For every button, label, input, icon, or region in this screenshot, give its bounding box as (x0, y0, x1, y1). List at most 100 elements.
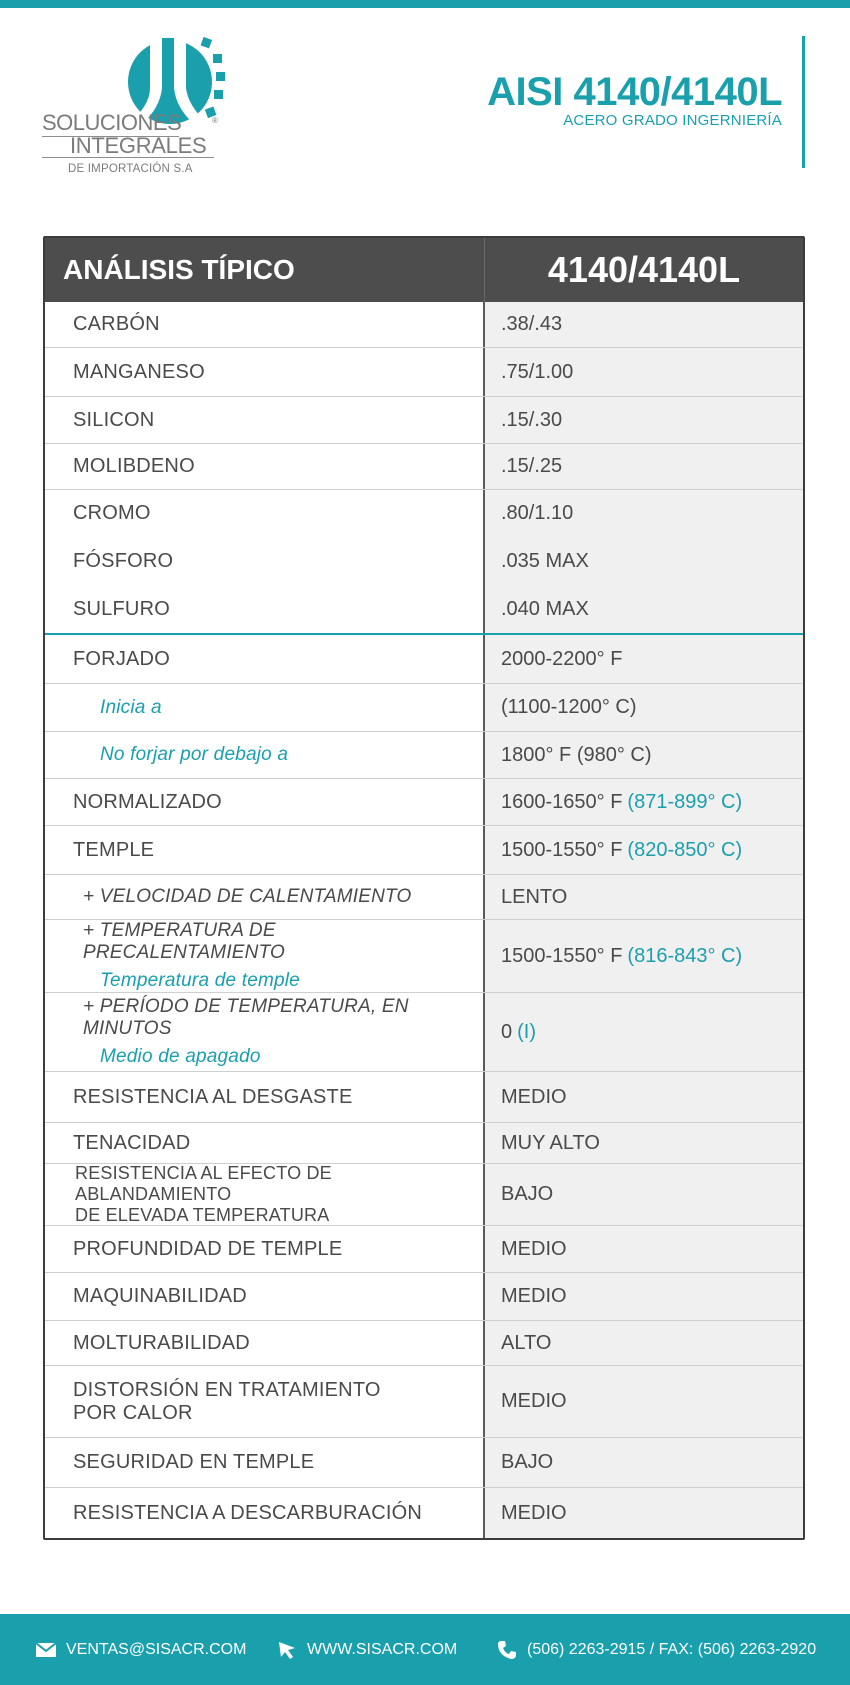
footer-website-text: WWW.SISACR.COM (307, 1640, 458, 1658)
row-label: NORMALIZADO (45, 779, 485, 825)
row-label-line2: Temperatura de temple (100, 970, 300, 991)
table-row: RESISTENCIA A DESCARBURACIÓN MEDIO (45, 1487, 803, 1538)
logo-text-importacion: DE IMPORTACIÓN S.A (68, 163, 193, 175)
table-row: RESISTENCIA AL DESGASTE MEDIO (45, 1071, 803, 1122)
row-label: SULFURO (45, 585, 485, 633)
row-label: DISTORSIÓN EN TRATAMIENTO POR CALOR (45, 1366, 485, 1437)
row-value: ALTO (485, 1321, 803, 1365)
footer-website[interactable]: WWW.SISACR.COM (277, 1614, 457, 1685)
row-value: 2000-2200° F (485, 635, 803, 683)
value-fahrenheit: 1500-1550° F (501, 838, 623, 861)
row-value: BAJO (485, 1164, 803, 1225)
value-celsius: (820-850° C) (627, 838, 743, 861)
table-row: FORJADO 2000-2200° F (45, 633, 803, 683)
row-label-line2: POR CALOR (73, 1401, 193, 1424)
row-label: MANGANESO (45, 348, 485, 396)
row-value: MEDIO (485, 1072, 803, 1122)
footer-phone-text: (506) 2263-2915 / FAX: (506) 2263-2920 (527, 1640, 817, 1658)
table-row: No forjar por debajo a 1800° F (980° C) (45, 731, 803, 778)
logo-registered-mark: ® (212, 116, 218, 125)
row-label-line1: + PERÍODO DE TEMPERATURA, EN MINUTOS (83, 996, 409, 1039)
title-divider (802, 36, 805, 168)
row-label: SEGURIDAD EN TEMPLE (45, 1438, 485, 1487)
table-row: NORMALIZADO 1600-1650° F (871-899° C) (45, 778, 803, 825)
row-label: + VELOCIDAD DE CALENTAMIENTO (45, 875, 485, 919)
row-value: 1800° F (980° C) (485, 732, 803, 778)
phone-icon (498, 1640, 516, 1659)
title-block: AISI 4140/4140L ACERO GRADO INGERNIERÍA (487, 68, 782, 129)
row-value: .75/1.00 (485, 348, 803, 396)
table-row: SEGURIDAD EN TEMPLE BAJO (45, 1437, 803, 1487)
header-value: 4140/4140L (547, 249, 741, 290)
row-label: RESISTENCIA A DESCARBURACIÓN (45, 1488, 485, 1538)
row-label-line2: DE ELEVADA TEMPERATURA (75, 1205, 330, 1225)
table-row: + VELOCIDAD DE CALENTAMIENTO LENTO (45, 874, 803, 919)
table-row: MANGANESO .75/1.00 (45, 347, 803, 396)
row-label: MOLIBDENO (45, 444, 485, 489)
row-label-line1: DISTORSIÓN EN TRATAMIENTO (73, 1378, 381, 1401)
table-row: CARBÓN .38/.43 (45, 302, 803, 347)
table-row: FÓSFORO .035 MAX (45, 537, 803, 585)
row-value: 1500-1550° F (820-850° C) (485, 826, 803, 874)
table-header: ANÁLISIS TÍPICO 4140/4140L (45, 238, 803, 302)
row-label: CARBÓN (45, 302, 485, 347)
row-value: .15/.30 (485, 397, 803, 443)
row-label: TENACIDAD (45, 1123, 485, 1163)
row-label: + PERÍODO DE TEMPERATURA, EN MINUTOS Med… (45, 993, 485, 1071)
row-label: + TEMPERATURA DE PRECALENTAMIENTO Temper… (45, 920, 485, 992)
row-value: MEDIO (485, 1366, 803, 1437)
row-label: FORJADO (45, 635, 485, 683)
table-row: TEMPLE 1500-1550° F (820-850° C) (45, 825, 803, 874)
value-fahrenheit: 1600-1650° F (501, 790, 623, 813)
row-label: No forjar por debajo a (45, 732, 485, 778)
table-row: MOLTURABILIDAD ALTO (45, 1320, 803, 1365)
row-value: MUY ALTO (485, 1123, 803, 1163)
row-value: MEDIO (485, 1273, 803, 1320)
table-row: MOLIBDENO .15/.25 (45, 443, 803, 489)
value-quench-medium: (I) (517, 1020, 537, 1043)
envelope-icon (36, 1642, 56, 1657)
table-row: SILICON .15/.30 (45, 396, 803, 443)
row-label: RESISTENCIA AL DESGASTE (45, 1072, 485, 1122)
row-value: .15/.25 (485, 444, 803, 489)
table-row: Inicia a (1100-1200° C) (45, 683, 803, 731)
row-label: MOLTURABILIDAD (45, 1321, 485, 1365)
row-label: SILICON (45, 397, 485, 443)
table-row: CROMO .80/1.10 (45, 489, 803, 537)
row-label-line2: Medio de apagado (100, 1046, 261, 1067)
footer-phone[interactable]: (506) 2263-2915 / FAX: (506) 2263-2920 (497, 1614, 816, 1685)
table-row: MAQUINABILIDAD MEDIO (45, 1272, 803, 1320)
table-row: SULFURO .040 MAX (45, 585, 803, 633)
table-row: DISTORSIÓN EN TRATAMIENTO POR CALOR MEDI… (45, 1365, 803, 1437)
top-accent-strip (0, 0, 850, 8)
value-minutes: 0 (501, 1020, 513, 1043)
value-celsius: (816-843° C) (627, 944, 743, 967)
row-value: BAJO (485, 1438, 803, 1487)
row-label: Inicia a (45, 684, 485, 731)
value-celsius: (871-899° C) (627, 790, 743, 813)
footer-email[interactable]: VENTAS@SISACR.COM (36, 1614, 246, 1685)
row-value: MEDIO (485, 1488, 803, 1538)
row-label: FÓSFORO (45, 537, 485, 585)
company-logo: SOLUCIONES ® INTEGRALES DE IMPORTACIÓN S… (40, 28, 230, 178)
analysis-table: ANÁLISIS TÍPICO 4140/4140L CARBÓN .38/.4… (43, 236, 805, 1540)
table-row: + TEMPERATURA DE PRECALENTAMIENTO Temper… (45, 919, 803, 992)
row-value: .040 MAX (485, 585, 803, 633)
table-row: TENACIDAD MUY ALTO (45, 1122, 803, 1163)
contact-footer: VENTAS@SISACR.COM WWW.SISACR.COM (506) 2… (0, 1614, 850, 1685)
table-row: PROFUNDIDAD DE TEMPLE MEDIO (45, 1225, 803, 1272)
footer-email-text: VENTAS@SISACR.COM (66, 1640, 247, 1658)
row-value: (1100-1200° C) (485, 684, 803, 731)
row-label: MAQUINABILIDAD (45, 1273, 485, 1320)
header-label: ANÁLISIS TÍPICO (45, 238, 485, 302)
row-value: LENTO (485, 875, 803, 919)
row-label-line1: RESISTENCIA AL EFECTO DE ABLANDAMIENTO (75, 1163, 332, 1204)
row-label: TEMPLE (45, 826, 485, 874)
row-label-line1: + TEMPERATURA DE PRECALENTAMIENTO (83, 920, 286, 963)
row-value: 1600-1650° F (871-899° C) (485, 779, 803, 825)
row-label: RESISTENCIA AL EFECTO DE ABLANDAMIENTO D… (45, 1163, 485, 1225)
row-value: 0 (I) (485, 993, 803, 1071)
row-label: CROMO (45, 490, 485, 537)
logo-text-integrales: INTEGRALES (41, 133, 215, 158)
row-value: .38/.43 (485, 302, 803, 347)
